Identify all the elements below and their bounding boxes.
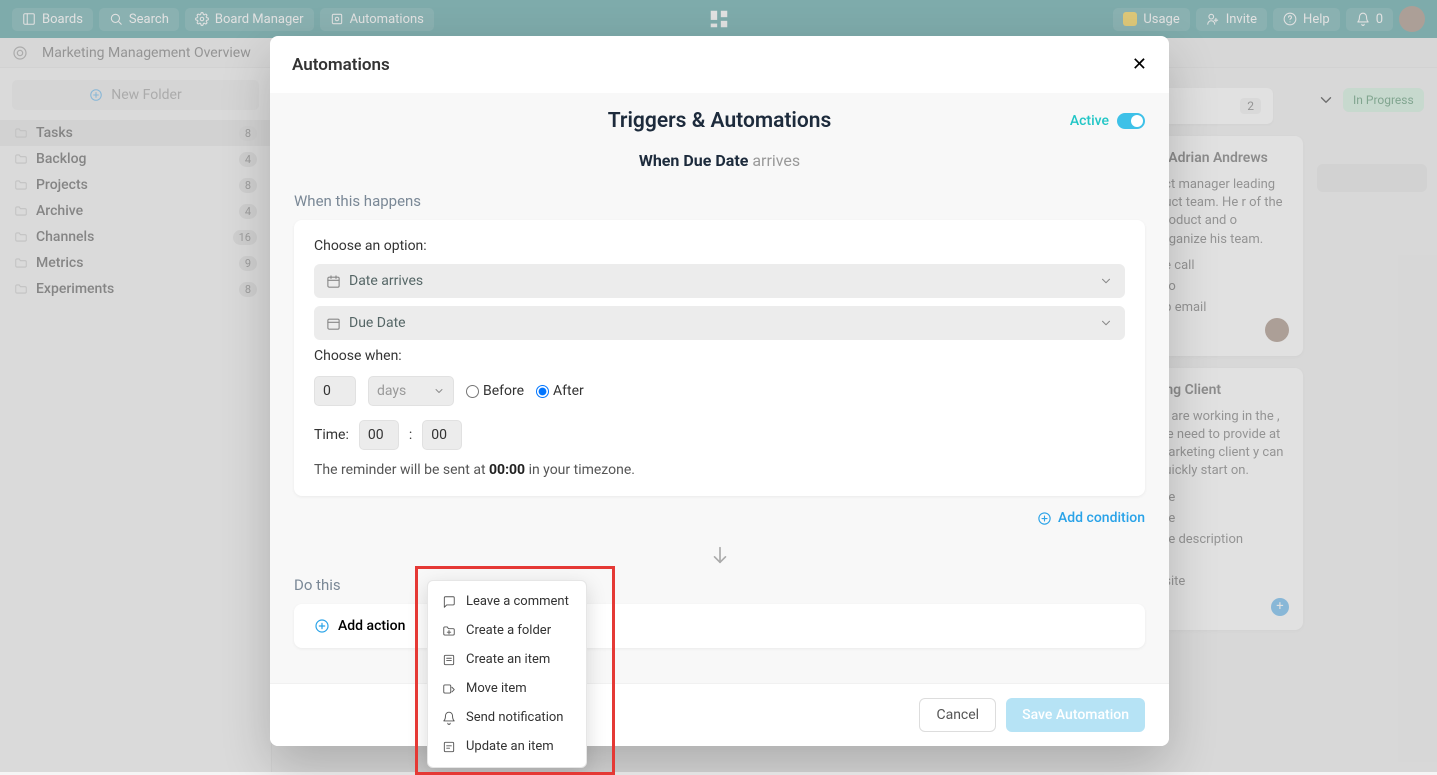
trigger-panel: Choose an option: Date arrives Due Date …: [294, 220, 1145, 496]
modal-title: Automations: [292, 55, 390, 75]
bell-icon: [442, 711, 456, 725]
time-label: Time:: [314, 427, 349, 443]
trigger-field-value: Due Date: [349, 315, 406, 331]
action-move-item[interactable]: Move item: [428, 674, 586, 703]
add-condition-button[interactable]: Add condition: [294, 510, 1145, 526]
add-action-button[interactable]: Add action: [294, 604, 1145, 648]
calendar-icon: [326, 316, 341, 331]
action-create-folder[interactable]: Create a folder: [428, 616, 586, 645]
unit-value: days: [377, 383, 406, 399]
unit-select[interactable]: days: [368, 376, 454, 406]
toggle-switch-icon[interactable]: [1117, 113, 1145, 129]
action-update-item[interactable]: Update an item: [428, 732, 586, 761]
calendar-icon: [326, 274, 341, 289]
minute-input[interactable]: [422, 420, 462, 450]
chevron-down-icon: [1099, 316, 1113, 330]
when-section-label: When this happens: [294, 192, 1145, 210]
action-create-item[interactable]: Create an item: [428, 645, 586, 674]
action-send-notification[interactable]: Send notification: [428, 703, 586, 732]
reminder-note: The reminder will be sent at 00:00 in yo…: [314, 462, 1125, 478]
cancel-button[interactable]: Cancel: [919, 698, 996, 732]
folder-plus-icon: [442, 624, 456, 638]
choose-when-label: Choose when:: [314, 348, 1125, 364]
save-automation-button[interactable]: Save Automation: [1006, 698, 1145, 732]
update-icon: [442, 740, 456, 754]
trigger-field-select[interactable]: Due Date: [314, 306, 1125, 340]
move-icon: [442, 682, 456, 696]
active-toggle[interactable]: Active: [1070, 113, 1145, 129]
automations-modal: Automations ✕ Triggers & Automations Act…: [270, 36, 1169, 746]
before-radio[interactable]: Before: [466, 383, 524, 399]
comment-icon: [442, 595, 456, 609]
choose-option-label: Choose an option:: [314, 238, 1125, 254]
hour-input[interactable]: [359, 420, 399, 450]
time-colon: :: [409, 427, 412, 443]
chevron-down-icon: [433, 385, 445, 397]
trigger-type-value: Date arrives: [349, 273, 423, 289]
do-this-label: Do this: [294, 576, 1145, 594]
action-leave-comment[interactable]: Leave a comment: [428, 587, 586, 616]
flow-arrow-icon: [294, 544, 1145, 566]
plus-circle-icon: [1037, 511, 1052, 526]
chevron-down-icon: [1099, 274, 1113, 288]
rule-summary: When Due Date arrives: [294, 151, 1145, 170]
offset-input[interactable]: [314, 376, 356, 406]
add-action-label: Add action: [338, 618, 405, 634]
after-radio[interactable]: After: [536, 383, 584, 399]
trigger-type-select[interactable]: Date arrives: [314, 264, 1125, 298]
item-icon: [442, 653, 456, 667]
add-condition-label: Add condition: [1058, 510, 1145, 526]
active-label: Active: [1070, 113, 1109, 129]
close-icon[interactable]: ✕: [1132, 54, 1147, 75]
action-dropdown: Leave a comment Create a folder Create a…: [427, 580, 587, 768]
automations-heading: Triggers & Automations: [608, 109, 832, 133]
plus-circle-icon: [314, 618, 330, 634]
